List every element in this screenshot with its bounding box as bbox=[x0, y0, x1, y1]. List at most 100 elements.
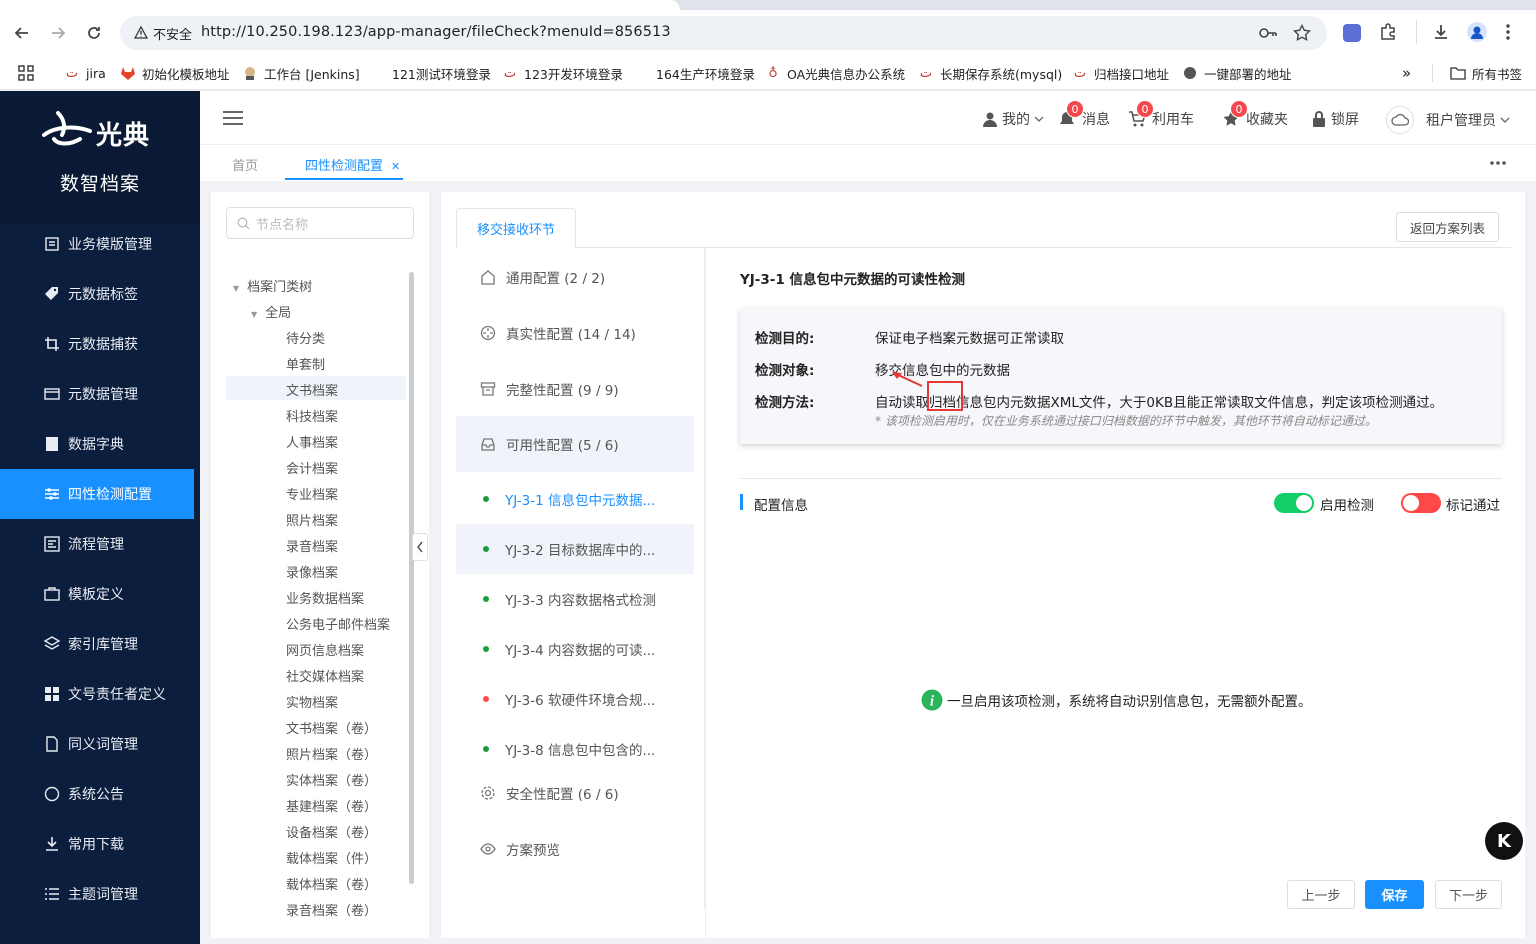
hamburger-icon[interactable] bbox=[222, 110, 244, 126]
messages[interactable]: 0 消息 bbox=[1058, 100, 1110, 129]
sidebar-item-6[interactable]: 流程管理 bbox=[0, 519, 194, 569]
category-authenticity[interactable]: 真实性配置 (14 / 14) bbox=[456, 306, 694, 360]
tree-leaf[interactable]: 单套制 bbox=[286, 354, 325, 373]
tree-leaf[interactable]: 待分类 bbox=[286, 328, 325, 347]
tree-leaf[interactable]: 载体档案（件） bbox=[286, 848, 377, 867]
back-arrow-icon[interactable] bbox=[10, 21, 34, 45]
sidebar-item-4[interactable]: 数据字典 bbox=[0, 419, 194, 469]
category-general[interactable]: 通用配置 (2 / 2) bbox=[456, 250, 694, 304]
sidebar-item-10[interactable]: 同义词管理 bbox=[0, 719, 194, 769]
bookmark-archive-api[interactable]: ت 归档接口地址 bbox=[1072, 62, 1169, 84]
tab-current[interactable]: 四性检测配置 ✕ bbox=[305, 155, 400, 174]
all-bookmarks[interactable]: 所有书签 bbox=[1450, 62, 1522, 84]
tree-leaf[interactable]: 文书档案（卷） bbox=[286, 718, 377, 737]
tree-leaf[interactable]: 实体档案（卷） bbox=[286, 770, 377, 789]
tab-home[interactable]: 首页 bbox=[232, 155, 258, 174]
category-usability[interactable]: 可用性配置 (5 / 6) bbox=[456, 416, 694, 472]
mark-pass-toggle[interactable] bbox=[1401, 493, 1441, 513]
more-bookmarks-icon[interactable]: » bbox=[1402, 62, 1411, 84]
url-text[interactable]: http://10.250.198.123/app-manager/fileCh… bbox=[201, 24, 671, 40]
tree-leaf[interactable]: 会计档案 bbox=[286, 458, 338, 477]
next-step-button[interactable]: 下一步 bbox=[1435, 880, 1502, 909]
bookmark-jira[interactable]: ت jira bbox=[64, 62, 106, 84]
user-menu[interactable]: 租户管理员 bbox=[1386, 106, 1510, 134]
more-dots-icon[interactable] bbox=[1490, 161, 1506, 165]
apps-grid-icon[interactable] bbox=[18, 62, 34, 84]
sidebar-item-5[interactable]: 四性检测配置 bbox=[0, 469, 194, 519]
check-item[interactable]: YJ-3-1 信息包中元数据... bbox=[456, 474, 694, 524]
sidebar-item-13[interactable]: 主题词管理 bbox=[0, 869, 194, 919]
tree-leaf[interactable]: 文书档案 bbox=[226, 376, 406, 400]
check-item[interactable]: YJ-3-2 目标数据库中的... bbox=[456, 524, 694, 574]
sidebar-item-8[interactable]: 索引库管理 bbox=[0, 619, 194, 669]
sidebar-item-11[interactable]: 系统公告 bbox=[0, 769, 194, 819]
tree-scrollbar[interactable] bbox=[409, 272, 414, 884]
enable-detection-toggle[interactable] bbox=[1274, 493, 1314, 513]
tree-leaf[interactable]: 网页信息档案 bbox=[286, 640, 364, 659]
tree-leaf[interactable]: 公务电子邮件档案 bbox=[286, 614, 390, 633]
bookmark-164[interactable]: 164生产环境登录 bbox=[656, 62, 755, 84]
save-button[interactable]: 保存 bbox=[1365, 880, 1424, 909]
mine-menu[interactable]: 我的 bbox=[982, 109, 1044, 129]
tree-leaf[interactable]: 载体档案（卷） bbox=[286, 874, 377, 893]
sidebar-item-12[interactable]: 常用下载 bbox=[0, 819, 194, 869]
sidebar-item-9[interactable]: 文号责任者定义 bbox=[0, 669, 194, 719]
close-icon[interactable]: ✕ bbox=[391, 160, 400, 173]
forward-arrow-icon[interactable] bbox=[46, 21, 70, 45]
tree-leaf[interactable]: 专业档案 bbox=[286, 484, 338, 503]
insecure-badge[interactable]: 不安全 bbox=[128, 21, 200, 45]
key-icon[interactable] bbox=[1258, 25, 1278, 41]
sidebar-scrollbar[interactable] bbox=[194, 225, 200, 944]
sidebar-item-3[interactable]: 元数据管理 bbox=[0, 369, 194, 419]
address-bar[interactable]: 不安全 http://10.250.198.123/app-manager/fi… bbox=[120, 16, 1327, 50]
tree-leaf[interactable]: 设备档案（卷） bbox=[286, 822, 377, 841]
sidebar-item-1[interactable]: 元数据标签 bbox=[0, 269, 194, 319]
use-cart[interactable]: 0 利用车 bbox=[1128, 100, 1194, 129]
back-to-list-button[interactable]: 返回方案列表 bbox=[1396, 212, 1499, 242]
tree-leaf[interactable]: 人事档案 bbox=[286, 432, 338, 451]
lock-screen[interactable]: 锁屏 bbox=[1311, 109, 1359, 129]
tree-leaf[interactable]: 照片档案 bbox=[286, 510, 338, 529]
sidebar-item-7[interactable]: 模板定义 bbox=[0, 569, 194, 619]
floating-assistant-icon[interactable]: K bbox=[1485, 822, 1523, 860]
prev-step-button[interactable]: 上一步 bbox=[1287, 880, 1355, 909]
puzzle-icon[interactable] bbox=[1379, 23, 1397, 41]
bookmark-deploy[interactable]: 一键部署的地址 bbox=[1182, 62, 1292, 84]
extension-icon[interactable] bbox=[1343, 24, 1361, 42]
tree-leaf[interactable]: 录像档案 bbox=[286, 562, 338, 581]
tree-search-input[interactable]: 节点名称 bbox=[226, 207, 414, 239]
tree-leaf[interactable]: 业务数据档案 bbox=[286, 588, 364, 607]
tree-leaf[interactable]: 录音档案 bbox=[286, 536, 338, 555]
download-icon[interactable] bbox=[1432, 23, 1450, 41]
tree-leaf[interactable]: 录音档案（卷） bbox=[286, 900, 377, 919]
bookmark-longterm[interactable]: ت 长期保存系统(mysql) bbox=[918, 62, 1062, 84]
kebab-menu-icon[interactable] bbox=[1505, 23, 1511, 41]
bookmark-oa[interactable]: ♁ OA光典信息办公系统 bbox=[765, 62, 905, 84]
sidebar-item-0[interactable]: 业务模版管理 bbox=[0, 219, 194, 269]
tab-transfer-receive[interactable]: 移交接收环节 bbox=[456, 208, 576, 248]
sidebar-item-label: 模板定义 bbox=[68, 587, 124, 603]
bookmark-123[interactable]: ت 123开发环境登录 bbox=[502, 62, 623, 84]
check-item[interactable]: YJ-3-4 内容数据的可读... bbox=[456, 624, 694, 674]
star-icon[interactable] bbox=[1293, 24, 1311, 42]
tree-root[interactable]: ▼ 档案门类树 bbox=[233, 276, 312, 295]
tree-leaf[interactable]: 基建档案（卷） bbox=[286, 796, 377, 815]
tree-leaf[interactable]: 社交媒体档案 bbox=[286, 666, 364, 685]
bookmark-121[interactable]: 121测试环境登录 bbox=[392, 62, 491, 84]
reload-icon[interactable] bbox=[82, 21, 106, 45]
tree-leaf[interactable]: 实物档案 bbox=[286, 692, 338, 711]
sidebar-item-2[interactable]: 元数据捕获 bbox=[0, 319, 194, 369]
scheme-preview[interactable]: 方案预览 bbox=[456, 822, 694, 876]
tree-leaf[interactable]: 科技档案 bbox=[286, 406, 338, 425]
bookmark-template[interactable]: 初始化模板地址 bbox=[120, 62, 230, 84]
category-security[interactable]: 安全性配置 (6 / 6) bbox=[456, 766, 694, 820]
bookmark-jenkins[interactable]: 工作台 [Jenkins] bbox=[242, 62, 360, 84]
check-item[interactable]: YJ-3-3 内容数据格式检测 bbox=[456, 574, 694, 624]
collapse-panel-button[interactable] bbox=[412, 533, 428, 561]
category-integrity[interactable]: 完整性配置 (9 / 9) bbox=[456, 362, 694, 416]
favorites[interactable]: 0 收藏夹 bbox=[1222, 100, 1288, 129]
profile-avatar[interactable] bbox=[1467, 22, 1487, 42]
tree-leaf[interactable]: 照片档案（卷） bbox=[286, 744, 377, 763]
tree-node-global[interactable]: ▼ 全局 bbox=[251, 302, 291, 321]
check-item[interactable]: YJ-3-6 软硬件环境合规... bbox=[456, 674, 694, 724]
